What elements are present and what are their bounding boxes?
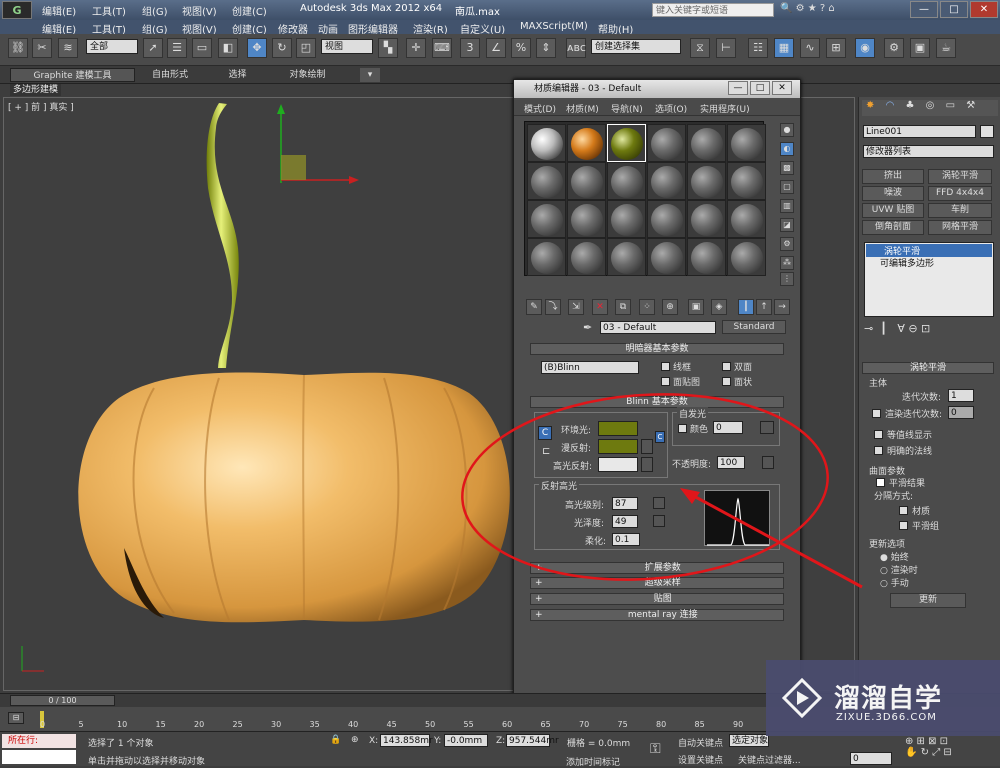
grid-size-label: 栅格 = 0.0mm [567,739,631,749]
highlight-ellipse [461,393,829,581]
timeline-tick-label: 65 [540,720,551,729]
timeline-tick-label: 5 [78,720,84,729]
timeline-tick-label: 15 [155,720,166,729]
timeline-tick-label: 35 [309,720,320,729]
key-icon[interactable]: ⚿ [650,741,661,757]
z-coord-label: Z: [496,736,506,746]
arrow-head-icon [680,488,700,504]
x-coord-label: X: [369,736,379,746]
watermark-url: ZIXUE.3D66.COM [836,712,937,723]
watermark-brand: 溜溜自学 [834,684,943,714]
track-bar-toggle-icon[interactable]: ⊟ [8,712,24,724]
watermark: 溜溜自学 ZIXUE.3D66.COM [766,660,1000,736]
key-mode-select[interactable]: 选定对象 [729,734,769,747]
key-filters-button[interactable]: 关键点过滤器... [738,753,801,766]
timeline-tick-label: 45 [386,720,397,729]
timeline-tick-label: 30 [271,720,282,729]
timeline-tick-label: 50 [425,720,436,729]
y-coord-label: Y: [434,736,442,746]
status-selected: 选择了 1 个对象 [88,739,154,749]
timeline-tick-label: 40 [348,720,359,729]
maxscript-listener-input[interactable] [2,750,76,764]
x-coord-field[interactable]: 143.858mr [380,734,433,747]
timeline-tick-label: 55 [463,720,474,729]
current-frame-field[interactable]: 0 [850,752,892,765]
timeline-tick-label: 85 [694,720,705,729]
setkey-button[interactable]: 设置关键点 [678,753,723,766]
timeline-tick-label: 60 [502,720,513,729]
lock-selection-icon[interactable]: 🔒 [330,735,341,745]
autokey-button[interactable]: 自动关键点 [678,736,723,749]
timeline-tick-label: 90 [733,720,744,729]
y-coord-field[interactable]: -0.0mm [444,734,488,747]
annotation-arrow [689,492,863,589]
timeline-tick-label: 0 [40,720,46,729]
timeline-tick-label: 70 [579,720,590,729]
status-hint: 单击并拖动以选择并移动对象 [88,757,206,767]
maxscript-listener-label[interactable]: 所在行: [2,734,76,748]
timeline-tick-label: 75 [617,720,628,729]
viewport-nav-icons[interactable]: ⊕ ⊞ ⊠ ⊡ ✋ ↻ ⤢ ⊟ [905,736,997,764]
timeline-tick-label: 20 [194,720,205,729]
timeline-tick-label: 80 [656,720,667,729]
annotation-overlay [461,393,863,589]
z-coord-field[interactable]: 957.544mr [506,734,559,747]
watermark-logo-icon [781,677,823,719]
timeline-tick-label: 10 [117,720,128,729]
add-time-tag[interactable]: 添加时间标记 [566,755,620,768]
time-slider[interactable]: 0 / 100 [10,695,115,706]
absolute-relative-icon[interactable]: ⊕ [351,735,359,745]
timeline-tick-label: 25 [232,720,243,729]
